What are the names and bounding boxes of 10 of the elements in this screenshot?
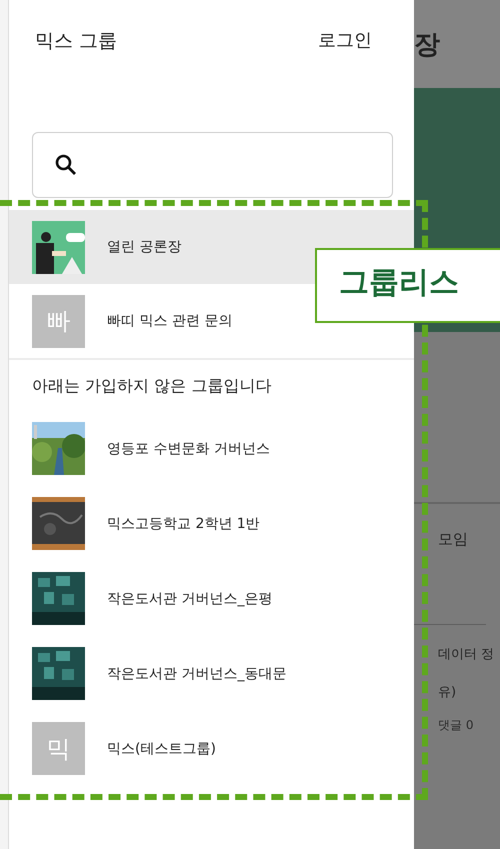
drawer-title: 믹스 그룹 <box>35 29 118 54</box>
annotation-tooltip: 그룹리스 <box>315 248 500 323</box>
group-avatar: 믹 <box>32 722 85 775</box>
comment-count: 댓글 0 <box>438 717 474 734</box>
page-title-fragment: 장 <box>414 28 440 62</box>
group-avatar: 빠 <box>32 294 85 348</box>
post-title: 유) <box>438 684 458 701</box>
tab-label: 모임 <box>438 530 468 548</box>
section-label: 아래는 가입하지 않은 그룹입니다 <box>31 375 272 397</box>
post-title: 데이터 정 <box>438 646 496 663</box>
